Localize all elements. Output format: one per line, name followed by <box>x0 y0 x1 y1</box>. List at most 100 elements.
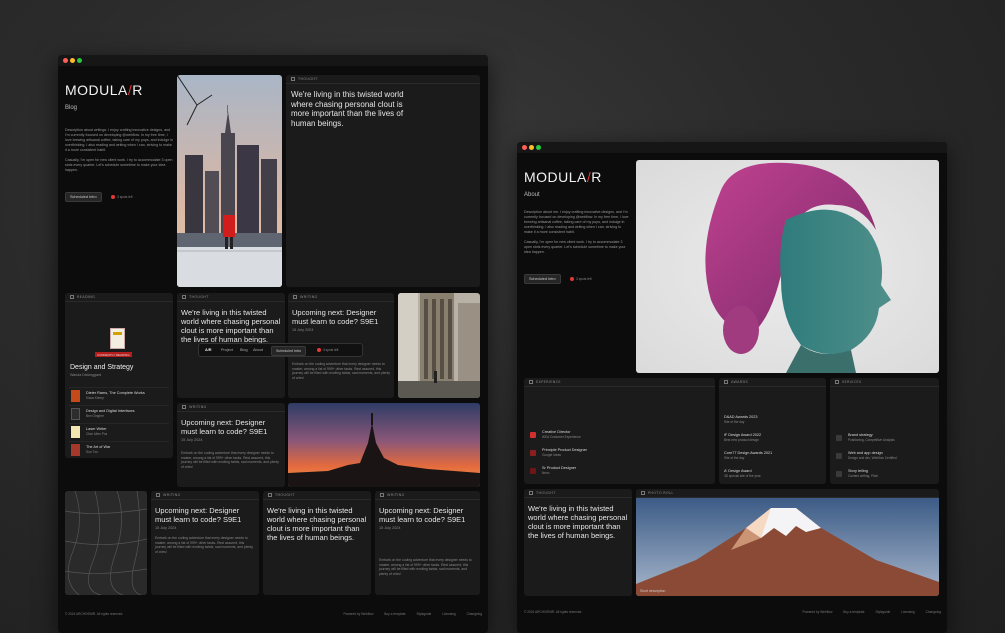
company-logo-icon <box>530 468 536 474</box>
pen-icon <box>293 295 297 299</box>
writing-date: 15 July 2024 <box>181 438 203 442</box>
list-item[interactable]: Story telling Content writing, Pitch <box>834 468 935 481</box>
nav-project-link[interactable]: Project <box>221 348 233 352</box>
nav-logo[interactable]: A/R <box>205 348 212 352</box>
logo[interactable]: MODULA/R <box>524 169 629 185</box>
footer-link[interactable]: Buy a template <box>843 610 864 614</box>
card-header: Photo Roll <box>636 489 939 498</box>
logo[interactable]: MODULA/R <box>65 82 173 98</box>
list-item[interactable]: iF Design Award 2022 Best new product des… <box>719 432 822 445</box>
card-header: Writing <box>375 491 480 500</box>
intro-panel: MODULA/R About Description about me. I e… <box>524 169 629 285</box>
photo-caption: Short description <box>640 589 666 593</box>
book-cover <box>71 390 80 402</box>
blog-window: MODULA/R Blog Description about writings… <box>58 55 488 633</box>
writing-card[interactable]: Writing Upcoming next: Designer must lea… <box>177 403 285 487</box>
list-item[interactable]: Sr Product Designer Nexo <box>528 465 711 478</box>
footer-link[interactable]: Styleguide <box>875 610 890 614</box>
footer-link[interactable]: Buy a template <box>384 612 405 616</box>
writing-card[interactable]: Writing Upcoming next: Designer must lea… <box>375 491 480 595</box>
list-item[interactable]: The Art of War Sun Tzu <box>69 441 169 457</box>
nav-blog-link[interactable]: Blog <box>240 348 248 352</box>
list-item[interactable]: Principle Product Designer Google Ideas <box>528 447 711 460</box>
intro-description: Description about me. I enjoy crafting i… <box>524 210 629 234</box>
floating-navbar: A/R Project Blog About Scheduled Intro 3… <box>198 343 363 357</box>
list-item[interactable]: D&AD Awards 2023 Site of the day <box>719 414 822 427</box>
list-item[interactable]: Laser Writer Clive Allen Pos <box>69 423 169 439</box>
nav-about-link[interactable]: About <box>253 348 263 352</box>
footer-link[interactable]: Licensing <box>901 610 914 614</box>
thought-icon <box>268 493 272 497</box>
writing-card[interactable]: Writing Upcoming next: Designer must lea… <box>151 491 259 595</box>
card-header: Thought <box>177 293 285 302</box>
nav-spots-badge: 3 spots left <box>317 348 338 352</box>
writing-excerpt: Embark on the coding adventure that ever… <box>155 536 253 554</box>
intro-panel: MODULA/R Blog Description about writings… <box>65 82 173 203</box>
card-header: Thought <box>524 489 632 498</box>
list-item[interactable]: A' Design Award 3D special site of the ye… <box>719 468 822 481</box>
card-header: Writing <box>177 403 285 412</box>
page-subtitle: Blog <box>65 105 78 111</box>
status-dot-icon <box>317 348 321 352</box>
footer-link[interactable]: Changelog <box>467 612 482 616</box>
intro-availability: Casually, I'm open for new client work. … <box>524 240 626 254</box>
schedule-intro-button[interactable]: Scheduled Intro <box>65 192 102 202</box>
currently-reading-badge: CURRENTLY READING <box>95 352 132 357</box>
minimize-dot-icon[interactable] <box>529 145 534 150</box>
footer-link[interactable]: Powered by Webflow <box>803 610 833 614</box>
footer-link[interactable]: Styleguide <box>416 612 431 616</box>
footer-link[interactable]: Licensing <box>442 612 455 616</box>
writing-excerpt: Embark on the coding adventure that ever… <box>181 451 279 469</box>
writing-date: 15 July 2024 <box>379 526 401 530</box>
page-subtitle: About <box>524 192 540 198</box>
list-item[interactable]: Brand strategy Positioning, Competitive A… <box>834 432 935 445</box>
footer-links: Powered by Webflow Buy a template Styleg… <box>793 610 942 614</box>
thought-card-large[interactable]: Thought We're living in this twisted wor… <box>286 75 480 287</box>
card-header: Writing <box>288 293 394 302</box>
footer-copyright: © 2024 ARCHIVEMR. All rights reserved. <box>65 612 124 616</box>
briefcase-icon <box>529 380 533 384</box>
intro-availability: Casually, I'm open for new client work. … <box>65 158 173 172</box>
thought-card[interactable]: Thought We're living in this twisted wor… <box>524 489 632 596</box>
card-header: Experience <box>524 378 715 387</box>
spots-left-badge: 3 spots left <box>570 277 591 281</box>
camera-icon <box>641 491 645 495</box>
list-item[interactable]: Web and app design Design and dev, Webflo… <box>834 450 935 463</box>
book-cover <box>71 444 80 456</box>
sunset-city-photo[interactable] <box>288 403 480 487</box>
nav-schedule-button[interactable]: Scheduled Intro <box>271 346 307 356</box>
list-item[interactable]: Creative Director IKEA Customer Experienc… <box>528 429 711 442</box>
minimize-dot-icon[interactable] <box>70 58 75 63</box>
thought-card[interactable]: Thought We're living in this twisted wor… <box>263 491 371 595</box>
footer-link[interactable]: Powered by Webflow <box>344 612 374 616</box>
close-dot-icon[interactable] <box>63 58 68 63</box>
pen-icon <box>182 405 186 409</box>
pen-icon <box>156 493 160 497</box>
about-window: MODULA/R About Description about me. I e… <box>517 142 947 633</box>
writing-title: Upcoming next: Designer must learn to co… <box>292 308 379 326</box>
city-photo[interactable] <box>177 75 282 287</box>
list-item[interactable]: Design and Digital Interfaces Ben Ginghe… <box>69 405 169 421</box>
reading-card[interactable]: Reading CURRENTLY READING Design and Str… <box>65 293 173 458</box>
list-item[interactable]: Core77 Design Awards 2021 Site of the day <box>719 450 822 463</box>
close-dot-icon[interactable] <box>522 145 527 150</box>
footer-link[interactable]: Changelog <box>926 610 941 614</box>
experience-card[interactable]: Experience Creative Director IKEA Custome… <box>524 378 715 484</box>
current-book-author: Wanda Dickinggard <box>70 373 102 377</box>
maximize-dot-icon[interactable] <box>536 145 541 150</box>
services-card[interactable]: Services Brand strategy Positioning, Comp… <box>830 378 939 484</box>
texture-photo[interactable] <box>65 491 147 595</box>
current-book-title: Design and Strategy <box>70 364 134 371</box>
current-book-cover <box>110 328 125 349</box>
building-photo[interactable] <box>398 293 480 398</box>
schedule-intro-button[interactable]: Scheduled Intro <box>524 274 561 284</box>
writing-excerpt: Embark on the coding adventure that ever… <box>379 558 472 576</box>
awards-card[interactable]: Awards D&AD Awards 2023 Site of the day i… <box>719 378 826 484</box>
strategy-icon <box>836 435 842 441</box>
spots-left-badge: 3 spots left <box>111 195 132 199</box>
photo-roll-card[interactable]: Photo Roll Short description <box>636 489 939 596</box>
footer-copyright: © 2024 ARCHIVEMR. All rights reserved. <box>524 610 583 614</box>
maximize-dot-icon[interactable] <box>77 58 82 63</box>
portrait-photo[interactable] <box>636 160 939 373</box>
list-item[interactable]: Dieter Rams, The Complete Works Klaus Kl… <box>69 387 169 403</box>
